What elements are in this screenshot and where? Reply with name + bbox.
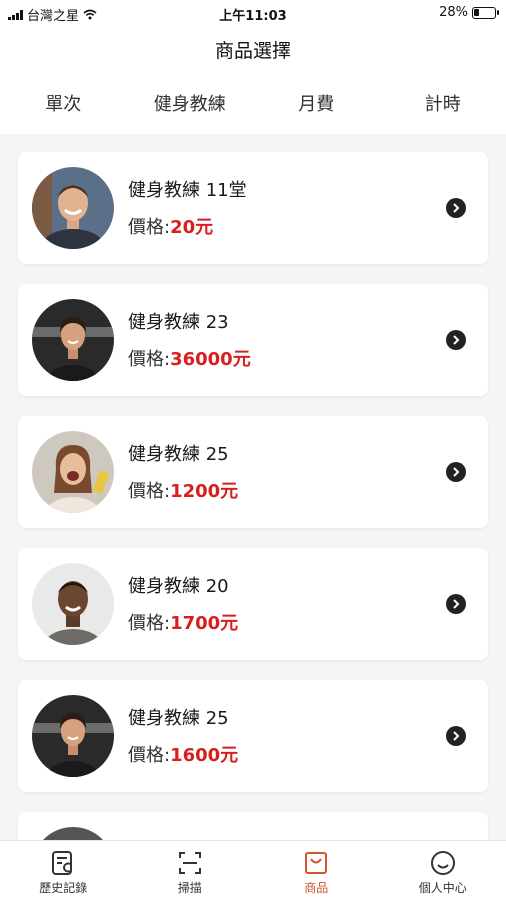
- tabbar-history[interactable]: 歷史記錄: [0, 841, 127, 901]
- tab-label: 健身教練: [154, 94, 226, 115]
- page-title: 商品選擇: [0, 26, 506, 76]
- price-row: 價格:1600元: [128, 741, 238, 767]
- status-bar: 台灣之星 上午11:03 28%: [0, 0, 506, 26]
- tabbar-scan[interactable]: 掃描: [127, 841, 254, 901]
- product-card[interactable]: 健身教練 23 價格:36000元: [18, 284, 488, 396]
- tab-label: 計時: [425, 94, 461, 115]
- chevron-right-icon[interactable]: [446, 330, 466, 350]
- coach-avatar: [32, 827, 114, 840]
- product-name: 健身教練 11堂: [128, 176, 247, 202]
- battery-icon: [472, 7, 496, 19]
- product-name: 健身教練 20: [128, 572, 229, 598]
- product-card[interactable]: 健身教練 20 價格:1700元: [18, 548, 488, 660]
- price-row: 價格:36000元: [128, 345, 251, 371]
- price-value: 1700元: [170, 613, 238, 634]
- price-label: 價格:: [128, 349, 170, 370]
- tab-fitness-coach[interactable]: 健身教練: [127, 76, 254, 134]
- chevron-right-icon[interactable]: [446, 462, 466, 482]
- tab-single[interactable]: 單次: [0, 76, 127, 134]
- price-row: 價格:1700元: [128, 609, 238, 635]
- price-value: 1600元: [170, 745, 238, 766]
- tab-label: 單次: [45, 94, 81, 115]
- tab-monthly[interactable]: 月費: [253, 76, 380, 134]
- price-label: 價格:: [128, 745, 170, 766]
- coach-avatar: [32, 563, 114, 645]
- product-card[interactable]: [18, 812, 488, 840]
- product-card[interactable]: 健身教練 25 價格:1200元: [18, 416, 488, 528]
- product-name: 健身教練 25: [128, 440, 229, 466]
- coach-avatar: [32, 695, 114, 777]
- price-label: 價格:: [128, 217, 170, 238]
- tabbar-profile[interactable]: 個人中心: [380, 841, 506, 901]
- product-card[interactable]: 健身教練 25 價格:1600元: [18, 680, 488, 792]
- price-value: 1200元: [170, 481, 238, 502]
- bottom-tab-bar: 歷史記錄 掃描 商品 個人中心: [0, 840, 506, 901]
- battery-percent: 28%: [439, 5, 468, 20]
- tabbar-label: 歷史記錄: [39, 879, 87, 896]
- status-time: 上午11:03: [0, 5, 506, 24]
- product-name: 健身教練 25: [128, 704, 229, 730]
- tab-label: 月費: [298, 94, 334, 115]
- product-card[interactable]: 健身教練 11堂 價格:20元: [18, 152, 488, 264]
- tabbar-products[interactable]: 商品: [253, 841, 380, 901]
- profile-icon: [430, 850, 456, 876]
- category-tabs: 單次 健身教練 月費 計時: [0, 76, 506, 134]
- price-row: 價格:20元: [128, 213, 213, 239]
- tab-hourly[interactable]: 計時: [380, 76, 506, 134]
- chevron-right-icon[interactable]: [446, 594, 466, 614]
- tabbar-label: 商品: [304, 879, 328, 896]
- product-list[interactable]: 健身教練 11堂 價格:20元 健身教練 23 價格:36000元: [0, 134, 506, 840]
- coach-avatar: [32, 431, 114, 513]
- product-name: 健身教練 23: [128, 308, 229, 334]
- price-value: 36000元: [170, 349, 251, 370]
- chevron-right-icon[interactable]: [446, 198, 466, 218]
- tabbar-label: 掃描: [178, 879, 202, 896]
- chevron-right-icon[interactable]: [446, 726, 466, 746]
- price-label: 價格:: [128, 613, 170, 634]
- history-icon: [50, 850, 76, 876]
- coach-avatar: [32, 167, 114, 249]
- price-value: 20元: [170, 217, 213, 238]
- shopping-bag-icon: [303, 850, 329, 876]
- scan-icon: [177, 850, 203, 876]
- price-row: 價格:1200元: [128, 477, 238, 503]
- status-right: 28%: [439, 5, 496, 20]
- price-label: 價格:: [128, 481, 170, 502]
- tabbar-label: 個人中心: [419, 879, 467, 896]
- coach-avatar: [32, 299, 114, 381]
